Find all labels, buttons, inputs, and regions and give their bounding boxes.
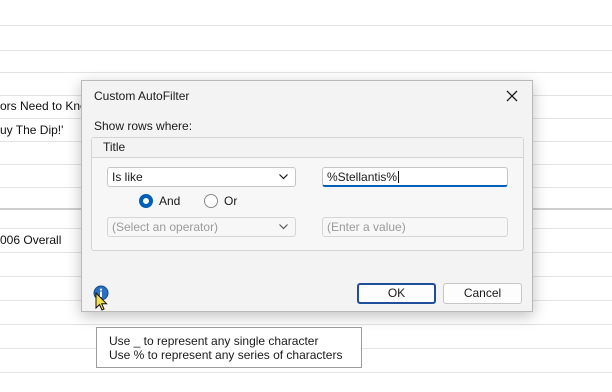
chevron-down-icon <box>279 224 288 230</box>
close-button[interactable] <box>500 85 524 107</box>
operator1-value: Is like <box>112 170 143 184</box>
or-radio-circle <box>204 194 218 208</box>
or-radio-label: Or <box>224 194 238 208</box>
value1-text: %Stellantis% <box>327 170 398 184</box>
cancel-button[interactable]: Cancel <box>443 283 522 304</box>
value2-placeholder: (Enter a value) <box>327 220 406 234</box>
and-radio[interactable]: And <box>139 194 180 208</box>
value2-input[interactable]: (Enter a value) <box>322 217 508 237</box>
criteria-group: Title Is like %Stellantis% And Or (Selec… <box>91 137 524 251</box>
close-icon <box>506 90 518 102</box>
operator1-select[interactable]: Is like <box>107 167 296 187</box>
ok-button[interactable]: OK <box>357 283 436 304</box>
chevron-down-icon <box>279 174 288 180</box>
and-radio-label: And <box>159 194 181 208</box>
tooltip-line-2: Use % to represent any series of charact… <box>109 348 343 362</box>
group-label: Title <box>92 138 523 158</box>
operator2-select[interactable]: (Select an operator) <box>107 217 296 237</box>
operator2-placeholder: (Select an operator) <box>112 220 219 234</box>
show-rows-label: Show rows where: <box>94 119 193 133</box>
cell-text[interactable]: ors Need to Kno <box>0 99 87 113</box>
mouse-pointer-icon <box>95 292 108 311</box>
text-caret <box>398 171 400 183</box>
cell-text[interactable]: uy The Dip!' <box>0 123 63 137</box>
dialog-title: Custom AutoFilter <box>94 89 190 103</box>
row-divider <box>0 72 612 73</box>
value1-input[interactable]: %Stellantis% <box>322 167 508 187</box>
custom-autofilter-dialog: Custom AutoFilter Show rows where: Title… <box>81 80 533 312</box>
tooltip-line-1: Use _ to represent any single character <box>109 334 319 348</box>
row-divider <box>0 50 612 51</box>
and-radio-circle <box>139 194 153 208</box>
row-divider <box>0 25 612 26</box>
row-divider <box>0 324 612 325</box>
wildcard-tooltip: Use _ to represent any single character … <box>96 327 362 368</box>
cell-text[interactable]: 006 Overall <box>0 233 61 247</box>
or-radio[interactable]: Or <box>204 194 237 208</box>
row-divider <box>0 372 612 373</box>
